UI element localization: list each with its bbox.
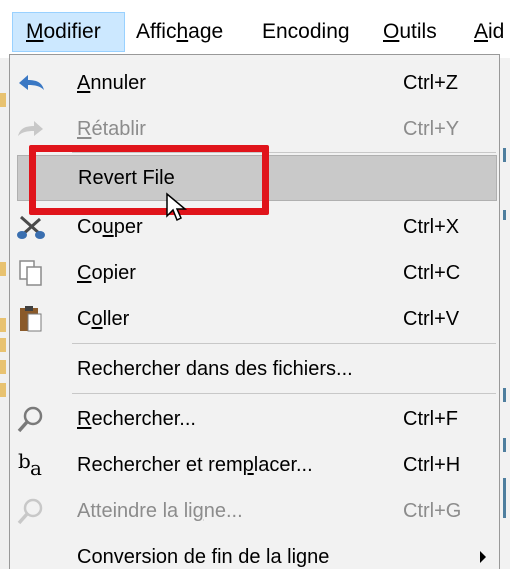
menu-item-shortcut: Ctrl+G (403, 500, 462, 522)
copy-icon (19, 260, 42, 286)
clipboard-icon (20, 306, 42, 332)
highlight-box (29, 145, 269, 215)
menu-separator (72, 343, 496, 344)
menu-item-label: Rechercher... (77, 408, 196, 430)
menu-item-paste[interactable]: Coller Ctrl+V (10, 296, 499, 342)
menu-item-find-in-files[interactable]: Rechercher dans des fichiers... (10, 346, 499, 392)
background-window-edge-right (500, 58, 510, 569)
menu-item-label: Copier (77, 262, 136, 284)
menu-encoding[interactable]: Encoding (262, 12, 350, 52)
menu-item-eol-conversion[interactable]: Conversion de fin de la ligne (10, 534, 499, 580)
menu-item-shortcut: Ctrl+Y (403, 118, 460, 140)
menu-bar: Modifier Affichage Encoding Outils Aid (0, 0, 510, 58)
menu-item-copy[interactable]: Copier Ctrl+C (10, 250, 499, 296)
menu-item-label: Annuler (77, 72, 146, 94)
menu-item-label: Rechercher et remplacer... (77, 454, 313, 476)
modifier-dropdown-menu: Annuler Ctrl+Z Rétablir Ctrl+Y Revert Fi… (9, 54, 500, 569)
menu-item-undo[interactable]: Annuler Ctrl+Z (10, 60, 499, 106)
redo-icon (18, 121, 43, 136)
menu-affichage[interactable]: Affichage (136, 12, 223, 52)
menu-item-shortcut: Ctrl+H (403, 454, 461, 476)
menu-item-label: Conversion de fin de la ligne (77, 546, 330, 568)
mouse-cursor-icon (166, 192, 188, 222)
menu-item-shortcut: Ctrl+Z (403, 72, 458, 94)
menu-separator (72, 393, 496, 394)
menu-aide[interactable]: Aid (474, 12, 504, 52)
menu-outils[interactable]: Outils (383, 12, 437, 52)
menu-item-find[interactable]: Rechercher... Ctrl+F (10, 396, 499, 442)
undo-icon (19, 75, 44, 90)
menu-item-label: Coller (77, 308, 130, 330)
magnifier-icon (17, 498, 43, 525)
menu-item-shortcut: Ctrl+X (403, 216, 460, 238)
menu-modifier[interactable]: Modifier (12, 12, 125, 52)
magnifier-icon (17, 406, 43, 433)
menu-item-shortcut: Ctrl+F (403, 408, 458, 430)
menu-item-label: Atteindre la ligne... (77, 500, 243, 522)
scissors-icon (17, 215, 45, 239)
replace-icon: b a (18, 449, 42, 480)
menu-item-replace[interactable]: b a Rechercher et remplacer... Ctrl+H (10, 442, 499, 488)
menu-item-shortcut: Ctrl+C (403, 262, 461, 284)
menu-item-label: Rechercher dans des fichiers... (77, 358, 353, 380)
background-window-edge (0, 58, 9, 569)
submenu-arrow-icon (480, 551, 486, 563)
menu-item-shortcut: Ctrl+V (403, 308, 460, 330)
menu-item-goto-line[interactable]: Atteindre la ligne... Ctrl+G (10, 488, 499, 534)
